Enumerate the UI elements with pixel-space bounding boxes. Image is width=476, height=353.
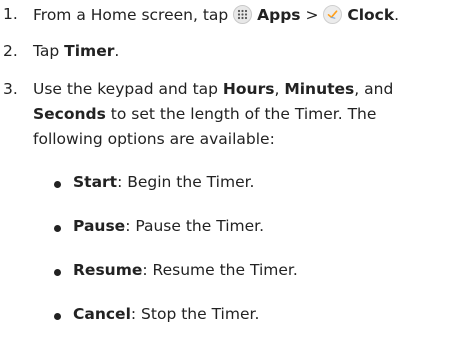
step-text: Tap: [33, 42, 65, 60]
option-cancel: Cancel: Stop the Timer.: [73, 305, 259, 323]
step-number: 1.: [3, 5, 18, 23]
clock-app-icon: [323, 5, 343, 24]
option-description: : Resume the Timer.: [142, 261, 298, 279]
step-number: 3.: [3, 80, 18, 98]
instructions-document: 1. From a Home screen, tap Apps > Clock.…: [0, 0, 476, 353]
step-text: ,: [274, 80, 285, 98]
bullet-icon: [54, 313, 61, 320]
option-description: : Pause the Timer.: [125, 217, 265, 235]
option-label: Cancel: [73, 305, 131, 323]
bullet-icon: [54, 181, 61, 188]
step-2: 2. Tap Timer.: [0, 42, 476, 66]
bullet-icon: [54, 225, 61, 232]
minutes-label: Minutes: [284, 80, 355, 98]
option-label: Pause: [73, 217, 126, 235]
separator: >: [300, 6, 324, 24]
step-text: , and: [354, 80, 394, 98]
option-pause: Pause: Pause the Timer.: [73, 217, 264, 235]
option-description: : Stop the Timer.: [130, 305, 260, 323]
step-3-line-2: Seconds to set the length of the Timer. …: [33, 105, 376, 123]
step-3: 3. Use the keypad and tap Hours, Minutes…: [0, 80, 476, 170]
step-1: 1. From a Home screen, tap Apps > Clock.: [0, 5, 476, 29]
step-text: From a Home screen, tap: [33, 6, 234, 24]
option-label: Resume: [73, 261, 143, 279]
option-start: Start: Begin the Timer.: [73, 173, 254, 191]
option-description: : Begin the Timer.: [117, 173, 255, 191]
step-number: 2.: [3, 42, 18, 60]
option-label: Start: [73, 173, 118, 191]
step-end: .: [394, 6, 400, 24]
step-1-line: From a Home screen, tap Apps > Clock.: [33, 5, 399, 24]
seconds-label: Seconds: [33, 105, 106, 123]
step-text: Use the keypad and tap: [33, 80, 223, 98]
apps-grid-icon: [233, 5, 253, 24]
step-3-line-1: Use the keypad and tap Hours, Minutes, a…: [33, 80, 393, 98]
clock-label: Clock: [347, 6, 395, 24]
apps-label: Apps: [257, 6, 301, 24]
timer-label: Timer: [64, 42, 115, 60]
bullet-icon: [54, 269, 61, 276]
step-text: following options are available:: [33, 130, 275, 148]
hours-label: Hours: [222, 80, 275, 98]
option-resume: Resume: Resume the Timer.: [73, 261, 298, 279]
step-text: to set the length of the Timer. The: [105, 105, 377, 123]
step-end: .: [114, 42, 120, 60]
step-3-line-3: following options are available:: [33, 130, 275, 148]
step-2-line: Tap Timer.: [33, 42, 119, 60]
